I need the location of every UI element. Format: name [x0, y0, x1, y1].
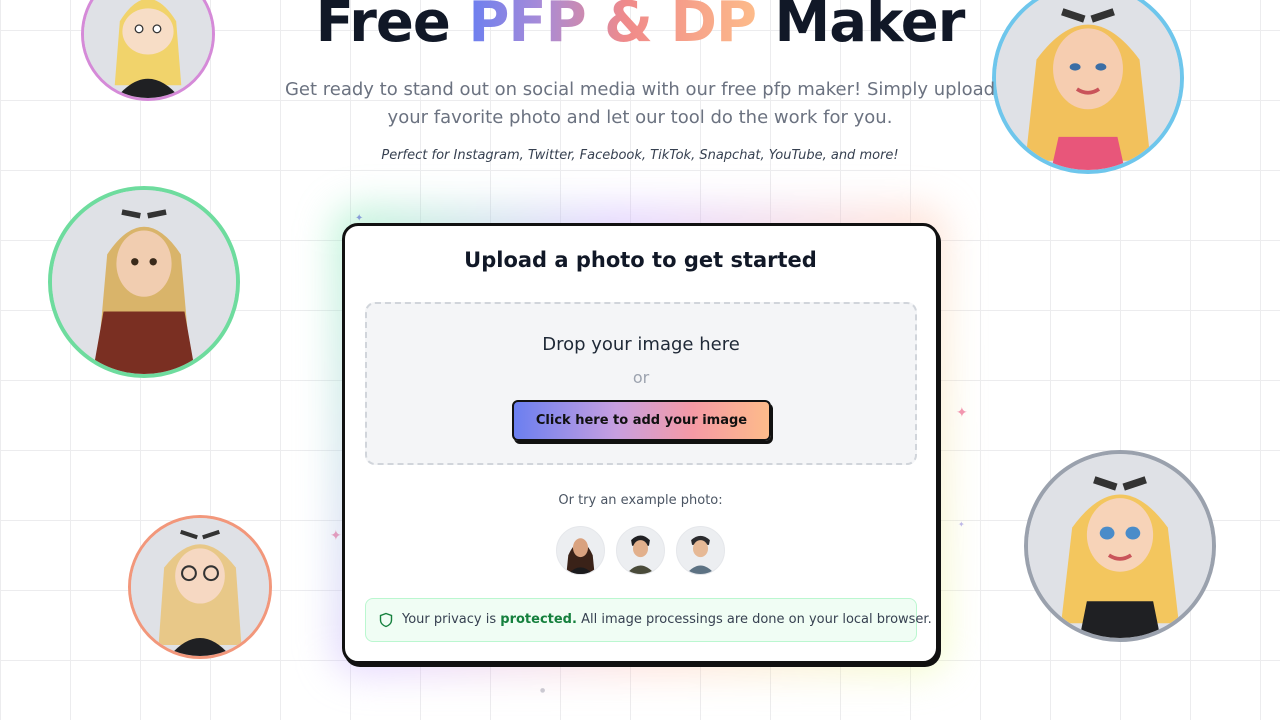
privacy-prefix: Your privacy is: [402, 612, 497, 627]
woman-portrait-icon: [557, 527, 604, 574]
man-portrait-icon: [617, 527, 664, 574]
add-image-button[interactable]: Click here to add your image: [512, 400, 771, 441]
example-photo-woman[interactable]: [556, 526, 605, 575]
examples-label: Or try an example photo:: [558, 493, 723, 508]
title-free: Free: [315, 0, 451, 55]
title-pfp-dp: PFP & DP: [468, 0, 757, 55]
platforms-note: Perfect for Instagram, Twitter, Facebook…: [381, 148, 899, 163]
man-portrait-icon: [677, 527, 724, 574]
anime-woman-icon: [52, 190, 236, 374]
sparkle-icon: ●: [540, 687, 546, 694]
or-label: or: [632, 368, 650, 387]
woman-glasses-icon: [131, 518, 269, 656]
page-subtitle: Get ready to stand out on social media w…: [284, 79, 996, 128]
avatar-glasses-orange: [128, 515, 272, 659]
upload-heading: Upload a photo to get started: [464, 248, 817, 272]
sparkle-icon: ✦: [958, 520, 965, 529]
upload-card: Upload a photo to get started Drop your …: [342, 223, 939, 664]
avatar-3d-gray: [1024, 450, 1216, 642]
sparkle-icon: ✦: [956, 405, 968, 421]
example-photo-man-1[interactable]: [616, 526, 665, 575]
image-dropzone[interactable]: Drop your image here or Click here to ad…: [365, 302, 917, 465]
title-maker: Maker: [774, 0, 966, 55]
page-title: Free PFP & DP Maker: [0, 0, 1280, 58]
privacy-text: Your privacy is protected. All image pro…: [402, 612, 932, 627]
3d-cartoon-woman-icon: [1028, 454, 1212, 638]
example-photo-man-2[interactable]: [676, 526, 725, 575]
shield-icon: [379, 612, 393, 628]
privacy-highlight: protected.: [500, 612, 577, 627]
avatar-anime-green: [48, 186, 240, 378]
privacy-notice: Your privacy is protected. All image pro…: [365, 598, 932, 642]
example-photos: [556, 526, 726, 576]
privacy-suffix: All image processings are done on your l…: [581, 612, 932, 627]
drop-label: Drop your image here: [542, 334, 740, 355]
